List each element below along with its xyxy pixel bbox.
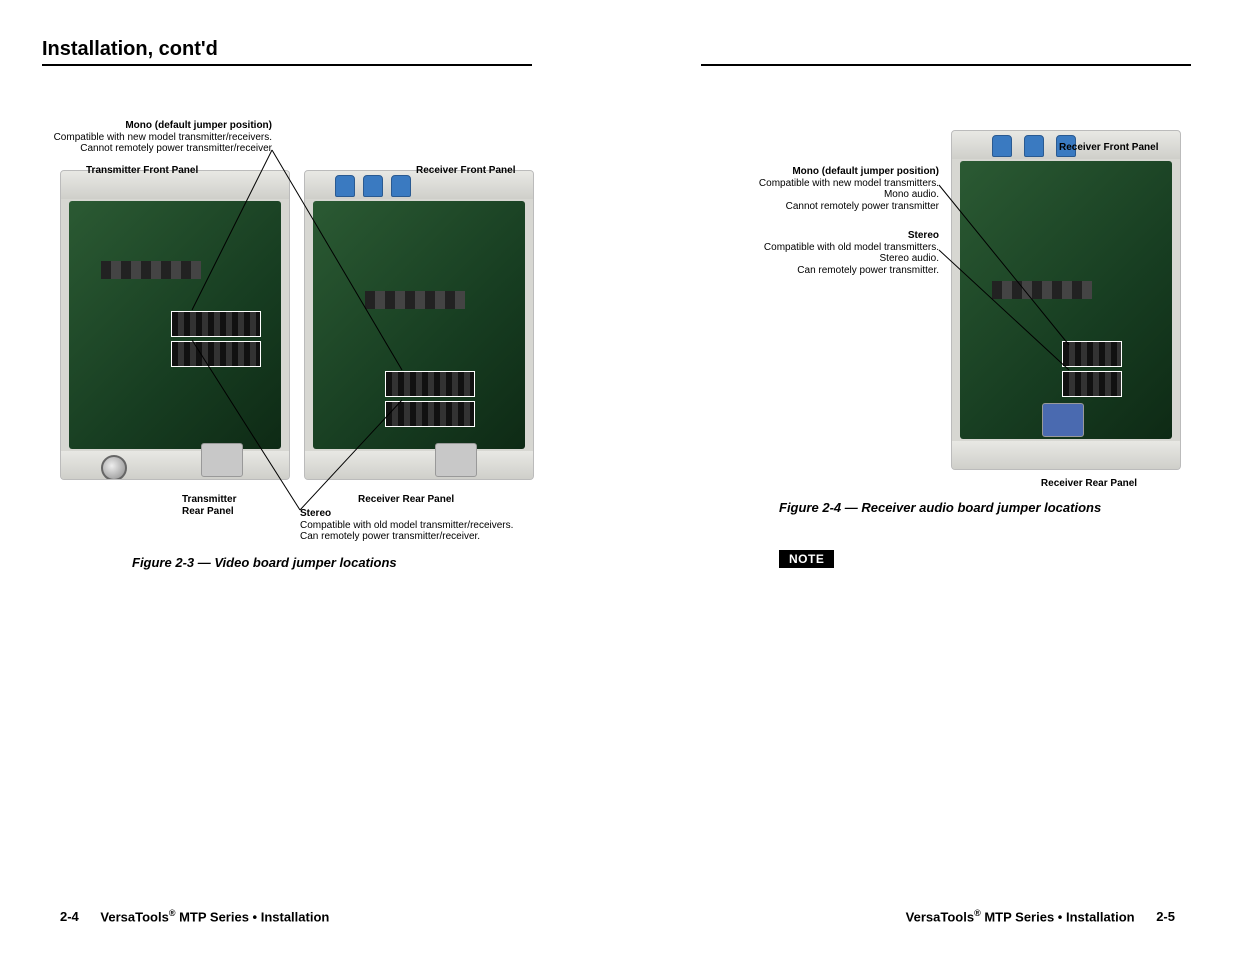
page-number-left: 2-4 bbox=[60, 909, 79, 924]
label-rx-rear: Receiver Rear Panel bbox=[358, 494, 518, 506]
anno-mono-l1: Compatible with new model transmitter/re… bbox=[54, 132, 272, 143]
receiver-board-image bbox=[304, 170, 534, 480]
receiver-audio-board-image bbox=[951, 130, 1181, 470]
footer-rest: MTP Series • Installation bbox=[175, 909, 329, 924]
anno-mono-r-l1: Compatible with new model transmitters. bbox=[759, 178, 939, 189]
anno-mono: Mono (default jumper position) Compatibl… bbox=[42, 120, 272, 155]
anno-mono-r: Mono (default jumper position) Compatibl… bbox=[699, 166, 939, 212]
anno-stereo-r-l1: Compatible with old model transmitters. bbox=[764, 242, 939, 253]
anno-stereo-title: Stereo bbox=[300, 508, 331, 519]
footer-right: VersaTools® MTP Series • Installation 2-… bbox=[906, 908, 1193, 924]
anno-stereo-r-title: Stereo bbox=[908, 230, 939, 241]
transmitter-board-image bbox=[60, 170, 290, 480]
section-rule bbox=[42, 64, 532, 66]
label-rx-rear-r: Receiver Rear Panel bbox=[999, 478, 1179, 490]
section-rule-right bbox=[701, 64, 1191, 66]
page-right: Receiver Front Panel Receiver Rear Panel… bbox=[617, 0, 1235, 954]
anno-stereo-r: Stereo Compatible with old model transmi… bbox=[699, 230, 939, 276]
footer-left: 2-4 VersaTools® MTP Series • Installatio… bbox=[42, 908, 329, 924]
anno-mono-r-l3: Cannot remotely power transmitter bbox=[786, 201, 939, 212]
footer-brand: VersaTools bbox=[100, 909, 168, 924]
page-left: Installation, cont'd bbox=[0, 0, 617, 954]
footer-brand-r: VersaTools bbox=[906, 909, 974, 924]
note-badge: NOTE bbox=[779, 550, 834, 568]
label-tx-rear: Transmitter Rear Panel bbox=[182, 494, 262, 517]
anno-stereo-l2: Can remotely power transmitter/receiver. bbox=[300, 531, 480, 542]
label-tx-front: Transmitter Front Panel bbox=[86, 165, 246, 177]
anno-mono-l2: Cannot remotely power transmitter/receiv… bbox=[80, 143, 272, 154]
page-number-right: 2-5 bbox=[1156, 909, 1175, 924]
figure-2-4: Receiver Front Panel Receiver Rear Panel… bbox=[699, 110, 1199, 570]
figure-2-4-caption: Figure 2-4 — Receiver audio board jumper… bbox=[779, 500, 1109, 515]
anno-stereo-l1: Compatible with old model transmitter/re… bbox=[300, 520, 513, 531]
label-rx-front: Receiver Front Panel bbox=[416, 165, 576, 177]
figure-2-3-caption: Figure 2-3 — Video board jumper location… bbox=[132, 555, 397, 570]
anno-stereo-r-l2: Stereo audio. bbox=[880, 253, 940, 264]
label-rx-front-r: Receiver Front Panel bbox=[1059, 142, 1219, 154]
anno-stereo-r-l3: Can remotely power transmitter. bbox=[797, 265, 939, 276]
reg-mark-icon-r: ® bbox=[974, 908, 981, 918]
footer-rest-r: MTP Series • Installation bbox=[981, 909, 1135, 924]
anno-mono-r-title: Mono (default jumper position) bbox=[792, 166, 939, 177]
anno-mono-title: Mono (default jumper position) bbox=[125, 120, 272, 131]
figure-2-3: Mono (default jumper position) Compatibl… bbox=[42, 110, 542, 570]
anno-mono-r-l2: Mono audio. bbox=[884, 189, 939, 200]
anno-stereo: Stereo Compatible with old model transmi… bbox=[300, 508, 540, 543]
section-title: Installation, cont'd bbox=[42, 38, 218, 61]
